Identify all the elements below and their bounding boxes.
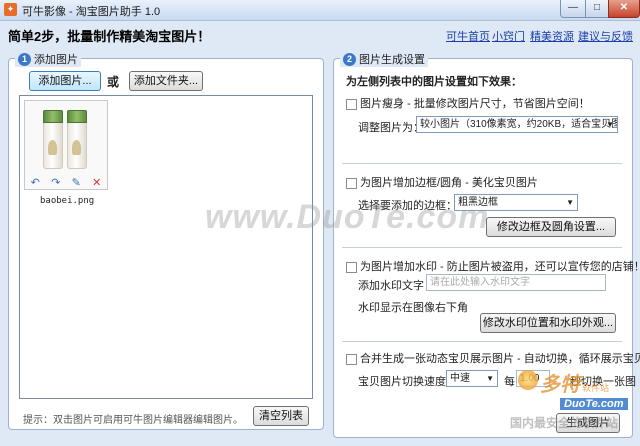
interval-suffix: 秒切换一张图 (570, 376, 636, 388)
chevron-down-icon: ▼ (566, 198, 574, 207)
watermark-label: 为图片增加水印 - 防止图片被盗用，还可以宣传您的店铺！ (360, 261, 640, 273)
chevron-down-icon: ▼ (486, 374, 494, 383)
speed-select-value: 中速 (450, 373, 470, 384)
resize-select-value: 较小图片（310像素宽，约20KB，适合宝贝图片） (420, 119, 617, 130)
edit-watermark-button[interactable]: 修改水印位置和水印外观... (480, 313, 616, 333)
image-thumbnail[interactable]: ↶ ↷ ✎ ✕ (24, 100, 108, 190)
page-headline: 简单2步，批量制作精美淘宝图片！ (8, 29, 211, 44)
border-select-label: 选择要添加的边框： (358, 200, 457, 212)
generate-settings-title-text: 图片生成设置 (359, 54, 425, 66)
file-name-label: baobei.png (40, 196, 95, 206)
rotate-left-icon[interactable]: ↶ (31, 176, 40, 189)
watermark-text-label: 添加水印文字： (358, 280, 435, 292)
minimize-button[interactable]: — (560, 0, 586, 18)
step-2-badge: 2 (343, 52, 356, 66)
watermark-checkbox[interactable] (346, 261, 357, 273)
add-folder-button[interactable]: 添加文件夹... (129, 71, 203, 91)
edit-border-button[interactable]: 修改边框及圆角设置... (486, 217, 616, 237)
watermark-position-text: 水印显示在图像右下角 (358, 302, 468, 314)
link-resources[interactable]: 精美资源 (530, 28, 574, 44)
add-images-panel: 1 添加图片 添加图片... 或 添加文件夹... ↶ ↷ ✎ ✕ baobei… (8, 51, 324, 430)
watermark-option[interactable]: 为图片增加水印 - 防止图片被盗用，还可以宣传您的店铺！ (346, 258, 640, 274)
border-select[interactable]: 粗黑边框 ▼ (454, 194, 578, 211)
interval-input[interactable]: 1.00 (516, 370, 550, 387)
clear-list-button[interactable]: 清空列表 (253, 406, 309, 426)
link-tips[interactable]: 小窍门 (492, 28, 525, 44)
add-images-title-text: 添加图片 (34, 54, 78, 66)
generate-settings-panel: 2 图片生成设置 为左侧列表中的图片设置如下效果： 图片瘦身 - 批量修改图片尺… (333, 51, 640, 438)
animation-label: 合并生成一张动态宝贝展示图片 - 自动切换，循环展示宝贝图片 (360, 353, 640, 365)
thumbnail-toolbar: ↶ ↷ ✎ ✕ (25, 175, 107, 189)
add-images-panel-title: 1 添加图片 (15, 51, 81, 67)
border-option[interactable]: 为图片增加边框/圆角 - 美化宝贝图片 (346, 174, 538, 190)
product-bottle-image (67, 110, 87, 169)
slim-checkbox[interactable] (346, 98, 357, 110)
step-1-badge: 1 (18, 52, 31, 66)
border-checkbox[interactable] (346, 177, 357, 189)
product-bottle-image (43, 110, 63, 169)
or-label: 或 (107, 75, 120, 89)
edit-icon[interactable]: ✎ (72, 176, 81, 189)
slim-option[interactable]: 图片瘦身 - 批量修改图片尺寸，节省图片空间！ (346, 95, 590, 111)
rotate-right-icon[interactable]: ↷ (51, 176, 60, 189)
link-feedback[interactable]: 建议与反馈 (578, 28, 633, 44)
chevron-down-icon: ▼ (606, 120, 614, 129)
close-button[interactable]: ✕ (608, 0, 640, 18)
delete-icon[interactable]: ✕ (92, 176, 101, 189)
generate-settings-panel-title: 2 图片生成设置 (340, 51, 428, 67)
maximize-button[interactable]: □ (585, 0, 609, 18)
hint-text: 提示：双击图片可启用可牛图片编辑器编辑图片。 (23, 415, 243, 426)
border-select-value: 粗黑边框 (458, 197, 498, 208)
speed-select[interactable]: 中速 ▼ (446, 370, 498, 387)
settings-intro: 为左侧列表中的图片设置如下效果： (346, 76, 522, 88)
per-label: 每 (504, 376, 515, 388)
resize-select[interactable]: 较小图片（310像素宽，约20KB，适合宝贝图片）▼ (416, 116, 618, 133)
add-image-button[interactable]: 添加图片... (29, 71, 101, 91)
link-home[interactable]: 可牛首页 (446, 28, 490, 44)
animation-option[interactable]: 合并生成一张动态宝贝展示图片 - 自动切换，循环展示宝贝图片 (346, 350, 640, 366)
generate-button[interactable]: 生成图片 (556, 413, 620, 433)
title-bar: ✦ 可牛影像 - 淘宝图片助手 1.0 — □ ✕ (0, 0, 640, 21)
resize-label: 调整图片为： (358, 122, 424, 134)
image-file-list[interactable]: ↶ ↷ ✎ ✕ baobei.png (19, 95, 313, 399)
animation-checkbox[interactable] (346, 353, 357, 365)
window-title: 可牛影像 - 淘宝图片助手 1.0 (22, 6, 161, 18)
speed-label: 宝贝图片切换速度： (358, 376, 457, 388)
watermark-text-input[interactable]: 请在此处输入水印文字 (426, 274, 606, 291)
slim-label: 图片瘦身 - 批量修改图片尺寸，节省图片空间！ (360, 98, 590, 110)
app-icon: ✦ (4, 3, 17, 16)
border-label: 为图片增加边框/圆角 - 美化宝贝图片 (360, 177, 538, 189)
